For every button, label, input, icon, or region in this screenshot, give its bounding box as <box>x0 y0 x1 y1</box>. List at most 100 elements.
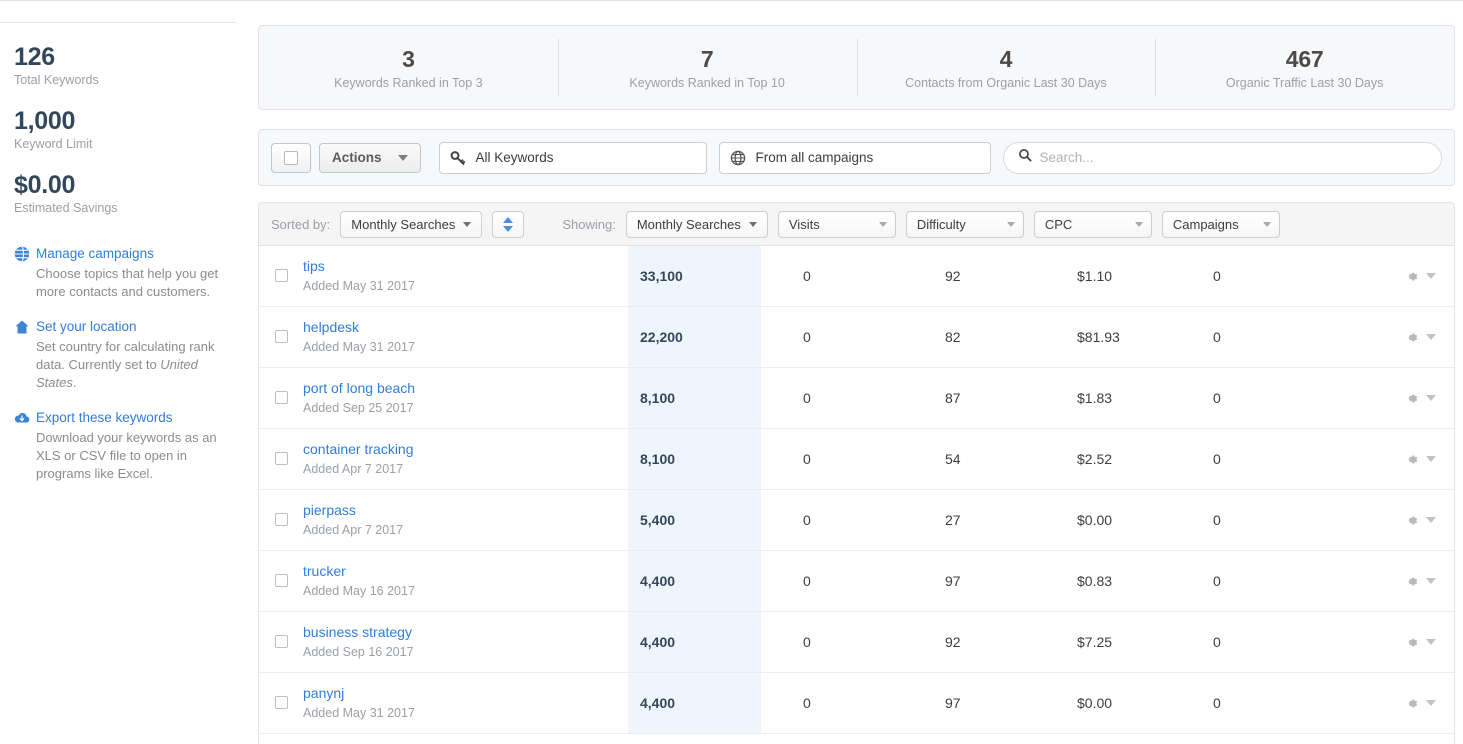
sort-descending-icon <box>503 225 514 232</box>
sidebar-link-label[interactable]: Export these keywords <box>36 409 230 427</box>
gear-icon[interactable] <box>1404 269 1419 284</box>
row-actions-cell[interactable] <box>1344 368 1454 428</box>
location-desc-suffix: . <box>72 375 77 390</box>
row-checkbox[interactable] <box>274 634 288 648</box>
sidebar-link-manage-campaigns[interactable]: Manage campaigns Choose topics that help… <box>14 245 230 301</box>
row-checkbox-cell[interactable] <box>259 307 303 367</box>
gear-icon[interactable] <box>1404 452 1419 467</box>
row-checkbox-cell[interactable] <box>259 551 303 611</box>
keyword-link[interactable]: trucker <box>303 562 628 581</box>
keyword-link[interactable]: helpdesk <box>303 318 628 337</box>
row-actions-cell[interactable] <box>1344 246 1454 306</box>
cpc-cell: $1.10 <box>1077 268 1113 284</box>
gear-icon[interactable] <box>1404 574 1419 589</box>
row-actions-cell[interactable] <box>1344 307 1454 367</box>
gear-icon[interactable] <box>1404 513 1419 528</box>
chevron-down-icon[interactable] <box>1426 517 1436 523</box>
row-checkbox[interactable] <box>274 451 288 465</box>
row-checkbox-cell[interactable] <box>259 246 303 306</box>
chevron-down-icon[interactable] <box>1426 578 1436 584</box>
cpc-column-select[interactable]: CPC <box>1033 210 1152 238</box>
visits-cell: 0 <box>803 268 811 284</box>
stat-label: Keyword Limit <box>14 137 93 151</box>
sidebar-link-export-keywords[interactable]: Export these keywords Download your keyw… <box>14 409 230 483</box>
difficulty-cell: 97 <box>945 695 961 711</box>
chevron-down-icon <box>397 154 408 161</box>
stat-card-keywords-top-3: 3 Keywords Ranked in Top 3 <box>259 26 558 109</box>
table-row[interactable]: container tracking Added Apr 7 2017 8,10… <box>259 429 1454 490</box>
visits-column-select[interactable]: Visits <box>777 210 896 238</box>
campaign-filter-select[interactable]: From all campaigns <box>718 141 991 174</box>
row-checkbox[interactable] <box>274 573 288 587</box>
row-checkbox[interactable] <box>274 512 288 526</box>
row-checkbox[interactable] <box>274 695 288 709</box>
sidebar-links: Manage campaigns Choose topics that help… <box>14 245 230 483</box>
cpc-cell: $81.93 <box>1077 329 1120 345</box>
keyword-link[interactable]: pierpass <box>303 501 628 520</box>
monthly-searches-cell: 5,400 <box>628 490 761 550</box>
showing-label: Showing: <box>562 216 616 232</box>
row-checkbox[interactable] <box>274 390 288 404</box>
chevron-down-icon[interactable] <box>1426 334 1436 340</box>
gear-icon[interactable] <box>1404 330 1419 345</box>
chevron-down-icon[interactable] <box>1426 639 1436 645</box>
table-row[interactable]: helpdesk Added May 31 2017 22,200 0 82 $… <box>259 307 1454 368</box>
row-checkbox-cell[interactable] <box>259 673 303 733</box>
sidebar-link-label[interactable]: Set your location <box>36 318 230 336</box>
gear-icon[interactable] <box>1404 391 1419 406</box>
gear-icon[interactable] <box>1404 696 1419 711</box>
select-all-checkbox[interactable] <box>284 150 298 165</box>
keyword-link[interactable]: tips <box>303 257 628 276</box>
campaigns-column-select[interactable]: Campaigns <box>1161 210 1280 238</box>
keyword-link[interactable]: panynj <box>303 684 628 703</box>
table-row[interactable]: tips Added May 31 2017 33,100 0 92 $1.10… <box>259 246 1454 307</box>
difficulty-column-select[interactable]: Difficulty <box>905 210 1024 238</box>
select-all-checkbox-button[interactable] <box>271 142 311 173</box>
keyword-cell: business strategy Added Sep 16 2017 <box>303 612 628 672</box>
row-checkbox[interactable] <box>274 329 288 343</box>
actions-button-label: Actions <box>332 150 382 165</box>
actions-button[interactable]: Actions <box>319 142 421 173</box>
keyword-added-date: Added May 31 2017 <box>303 340 415 354</box>
chevron-down-icon[interactable] <box>1426 456 1436 462</box>
table-row[interactable]: panynj Added May 31 2017 4,400 0 97 $0.0… <box>259 673 1454 734</box>
stat-card-contacts-from-organic: 4 Contacts from Organic Last 30 Days <box>856 26 1156 109</box>
row-checkbox-cell[interactable] <box>259 612 303 672</box>
monthly-searches-cell: 4,400 <box>628 673 761 733</box>
search-input[interactable] <box>1039 150 1427 165</box>
search-box[interactable] <box>1002 141 1442 174</box>
row-actions-cell[interactable] <box>1344 429 1454 489</box>
gear-icon[interactable] <box>1404 635 1419 650</box>
keyword-link[interactable]: container tracking <box>303 440 628 459</box>
sort-direction-toggle[interactable] <box>492 210 525 238</box>
row-checkbox-cell[interactable] <box>259 429 303 489</box>
keyword-added-date: Added Sep 25 2017 <box>303 401 414 415</box>
keyword-link[interactable]: business strategy <box>303 623 628 642</box>
row-actions-cell[interactable] <box>1344 490 1454 550</box>
table-row[interactable]: port of long beach Added Sep 25 2017 8,1… <box>259 368 1454 429</box>
stat-card-label: Contacts from Organic Last 30 Days <box>905 75 1107 90</box>
row-actions-cell[interactable] <box>1344 551 1454 611</box>
keyword-link[interactable]: port of long beach <box>303 379 628 398</box>
chevron-down-icon[interactable] <box>1426 395 1436 401</box>
row-checkbox[interactable] <box>274 268 288 282</box>
table-row[interactable]: trucker Added May 16 2017 4,400 0 97 $0.… <box>259 551 1454 612</box>
stat-card-value: 4 <box>999 45 1013 72</box>
sorted-by-select[interactable]: Monthly Searches <box>340 210 483 238</box>
keyword-filter-select[interactable]: All Keywords <box>438 141 707 174</box>
chevron-down-icon <box>1262 221 1271 227</box>
showing-metric-select[interactable]: Monthly Searches <box>625 210 768 238</box>
keyword-cell: container tracking Added Apr 7 2017 <box>303 429 628 489</box>
row-actions-cell[interactable] <box>1344 612 1454 672</box>
sidebar-link-label[interactable]: Manage campaigns <box>36 245 230 263</box>
table-row[interactable]: pierpass Added Apr 7 2017 5,400 0 27 $0.… <box>259 490 1454 551</box>
row-checkbox-cell[interactable] <box>259 368 303 428</box>
visits-cell: 0 <box>803 329 811 345</box>
row-checkbox-cell[interactable] <box>259 490 303 550</box>
table-row[interactable]: business strategy Added Sep 16 2017 4,40… <box>259 612 1454 673</box>
chevron-down-icon[interactable] <box>1426 273 1436 279</box>
chevron-down-icon[interactable] <box>1426 700 1436 706</box>
row-actions-cell[interactable] <box>1344 673 1454 733</box>
sidebar-link-set-location[interactable]: Set your location Set country for calcul… <box>14 318 230 392</box>
monthly-searches-cell: 22,200 <box>628 307 761 367</box>
